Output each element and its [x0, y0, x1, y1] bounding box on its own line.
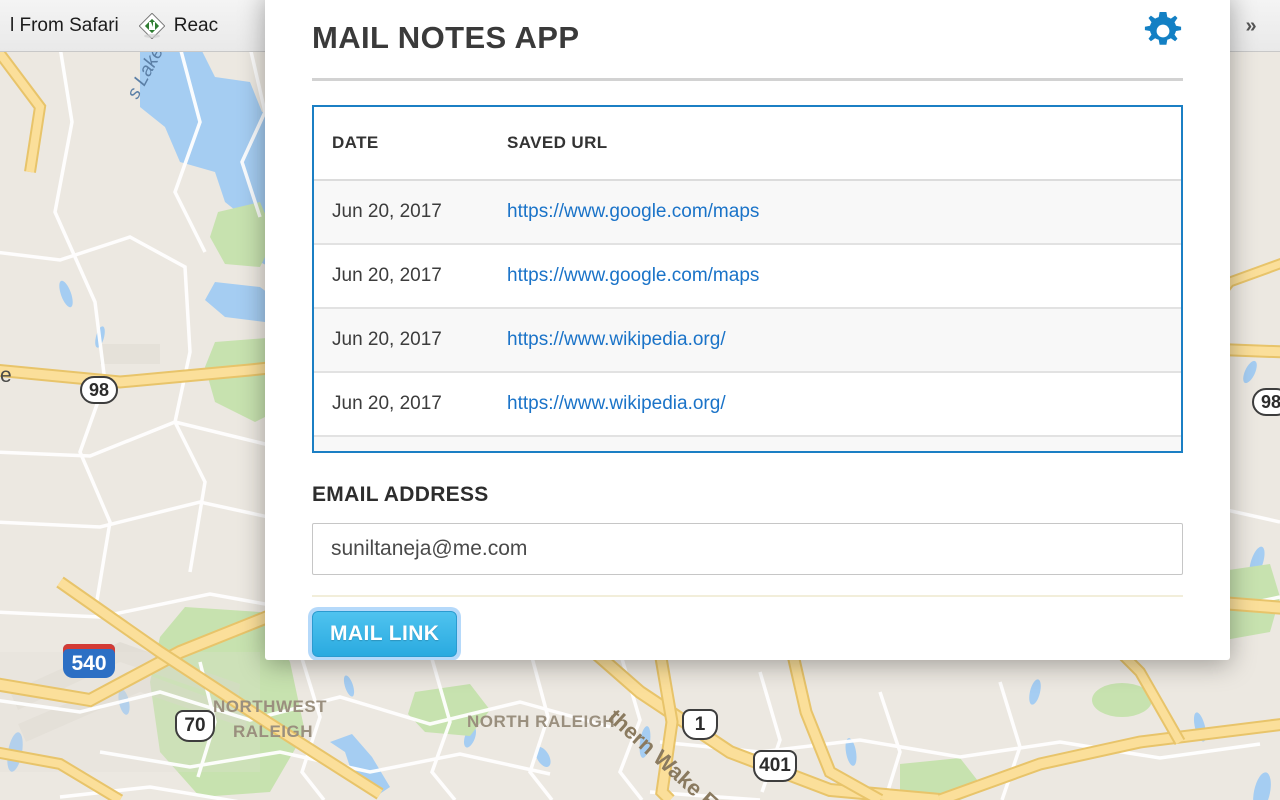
- table-header: DATE SAVED URL: [314, 107, 1181, 181]
- mail-link-button[interactable]: MAIL LINK: [312, 611, 458, 657]
- cell-date: Jun 20, 2017: [314, 372, 489, 437]
- map-shield-1: 1: [682, 709, 718, 740]
- cell-saved-url: https://www.wikipedia.org/: [489, 308, 1181, 373]
- email-address-label: EMAIL ADDRESS: [312, 483, 489, 506]
- saved-url-link[interactable]: https://www.wikipedia.org/: [507, 329, 726, 350]
- table-row[interactable]: Jun 20, 2017 https://www.google.com/maps: [314, 244, 1181, 309]
- cell-date: Jun 20, 2017: [314, 308, 489, 373]
- saved-url-link[interactable]: https://www.google.com/maps: [507, 201, 759, 222]
- chevron-double-right-icon: »: [1245, 14, 1257, 37]
- saved-urls-table-container[interactable]: DATE SAVED URL Jun 20, 2017 https://www.g…: [312, 105, 1183, 453]
- email-field[interactable]: [312, 523, 1183, 575]
- map-shield-540: 540: [63, 644, 115, 678]
- map-shield-401: 401: [753, 750, 797, 782]
- table-row[interactable]: Jun 20, 2017 https://www.wikipedia.org/: [314, 308, 1181, 373]
- map-shield-98: 98: [1252, 388, 1280, 416]
- cell-date: Jun 20, 2017: [314, 244, 489, 309]
- column-header-saved-url: SAVED URL: [489, 107, 1181, 181]
- table-row[interactable]: Jun 20, 2017https://www.statebicycle.com…: [314, 436, 1181, 451]
- table-row[interactable]: Jun 20, 2017 https://www.wikipedia.org/: [314, 372, 1181, 437]
- saved-url-link[interactable]: https://www.wikipedia.org/: [507, 393, 726, 414]
- bookmark-item-from-safari[interactable]: l From Safari: [0, 0, 129, 52]
- page-title: MAIL NOTES APP: [312, 20, 580, 55]
- saved-url-link[interactable]: https://www.google.com/maps: [507, 265, 759, 286]
- bookmarks-overflow-button[interactable]: »: [1236, 0, 1266, 52]
- cell-saved-url: https://www.google.com/maps: [489, 244, 1181, 309]
- bookmark-label: Reac: [173, 14, 219, 36]
- cell-saved-url: https://www.wikipedia.org/: [489, 372, 1181, 437]
- bookmark-item-react[interactable]: Reac: [129, 0, 228, 52]
- bookmark-label: l From Safari: [10, 14, 119, 36]
- table-body: Jun 20, 2017 https://www.google.com/maps J…: [314, 180, 1181, 451]
- cell-saved-url: https://www.statebicycle.com/products/fi…: [489, 436, 1181, 451]
- cell-saved-url: https://www.google.com/maps: [489, 180, 1181, 245]
- column-header-date: DATE: [314, 107, 489, 181]
- settings-button[interactable]: [1140, 8, 1186, 54]
- screen: s Lake NORTHWEST RALEIGH NORTH RALEIGH N…: [0, 0, 1280, 800]
- cell-date: Jun 20, 2017: [314, 436, 489, 451]
- gear-icon: [1144, 11, 1182, 45]
- title-divider: [312, 78, 1183, 81]
- cell-date: Jun 20, 2017: [314, 180, 489, 245]
- footer-divider: [312, 595, 1183, 597]
- map-shield-98: 98: [80, 376, 118, 404]
- mail-notes-app-modal: MAIL NOTES APP DATE SAVED URL Jun 20, 20…: [265, 0, 1230, 660]
- map-shield-70: 70: [175, 710, 215, 742]
- saved-urls-table: DATE SAVED URL Jun 20, 2017 https://www.g…: [314, 107, 1181, 451]
- green-diamond-favicon: [138, 12, 166, 39]
- table-header-row: DATE SAVED URL: [314, 107, 1181, 181]
- table-row[interactable]: Jun 20, 2017 https://www.google.com/maps: [314, 180, 1181, 245]
